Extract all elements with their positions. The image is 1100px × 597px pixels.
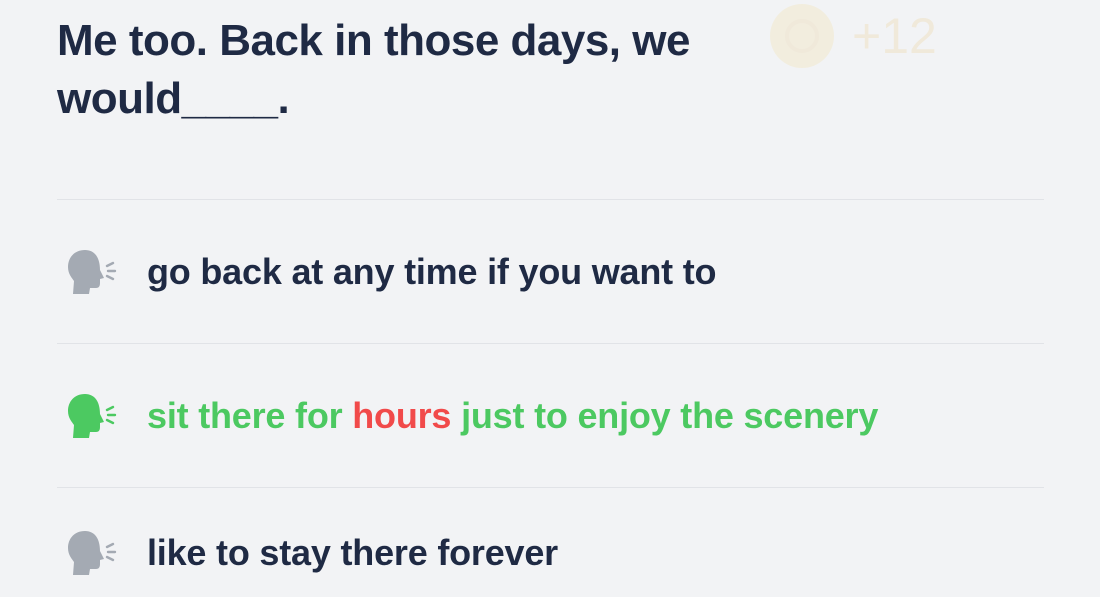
reward-count: +12 [852,8,937,64]
option-text[interactable]: sit there for hours just to enjoy the sc… [147,395,878,437]
option-text[interactable]: go back at any time if you want to [147,251,716,293]
answer-option-1[interactable]: go back at any time if you want to [57,200,1044,343]
speaking-head-icon[interactable] [63,244,119,300]
speaking-head-icon[interactable] [63,388,119,444]
answer-option-3[interactable]: like to stay there forever [57,488,1044,597]
option-text-after: just to enjoy the scenery [451,394,879,436]
answer-options: go back at any time if you want to sit t… [57,199,1044,597]
option-text-before: sit there for [147,394,353,436]
coin-icon [770,4,834,68]
question-line-1: Me too. Back in those days, we [57,16,690,65]
highlighted-word: hours [352,394,452,436]
option-text[interactable]: like to stay there forever [147,532,558,574]
quiz-screen: Me too. Back in those days, we would____… [0,0,1100,597]
question-line-2: would____. [57,74,290,123]
speaking-head-icon[interactable] [63,525,119,581]
question-prompt: Me too. Back in those days, we would____… [57,12,757,128]
reward-badge: +12 [770,4,937,68]
answer-option-2[interactable]: sit there for hours just to enjoy the sc… [57,344,1044,487]
